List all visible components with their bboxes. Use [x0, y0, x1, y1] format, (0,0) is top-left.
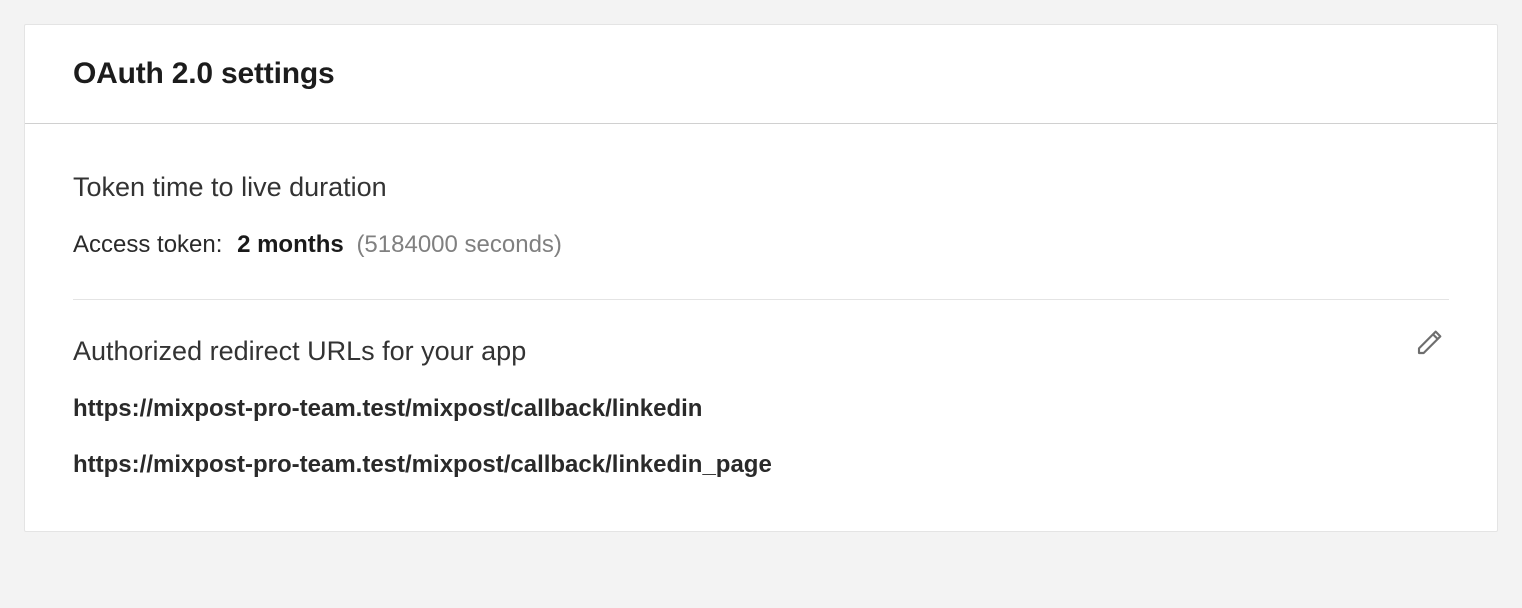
token-ttl-heading: Token time to live duration: [73, 172, 1449, 203]
redirect-url-list: https://mixpost-pro-team.test/mixpost/ca…: [73, 395, 1413, 479]
redirect-url-item: https://mixpost-pro-team.test/mixpost/ca…: [73, 451, 1413, 479]
access-token-label: Access token:: [73, 231, 222, 258]
card-header: OAuth 2.0 settings: [25, 25, 1497, 124]
access-token-row: Access token: 2 months (5184000 seconds): [73, 231, 1449, 259]
redirect-urls-heading: Authorized redirect URLs for your app: [73, 336, 1413, 367]
pencil-icon: [1415, 325, 1447, 360]
oauth-settings-card: OAuth 2.0 settings Token time to live du…: [24, 24, 1498, 532]
redirect-url-item: https://mixpost-pro-team.test/mixpost/ca…: [73, 395, 1413, 423]
access-token-seconds: (5184000 seconds): [356, 231, 561, 258]
page-title: OAuth 2.0 settings: [73, 57, 1449, 91]
edit-redirect-urls-button[interactable]: [1413, 324, 1449, 360]
access-token-duration: 2 months: [237, 231, 344, 258]
section-divider: [73, 299, 1449, 300]
